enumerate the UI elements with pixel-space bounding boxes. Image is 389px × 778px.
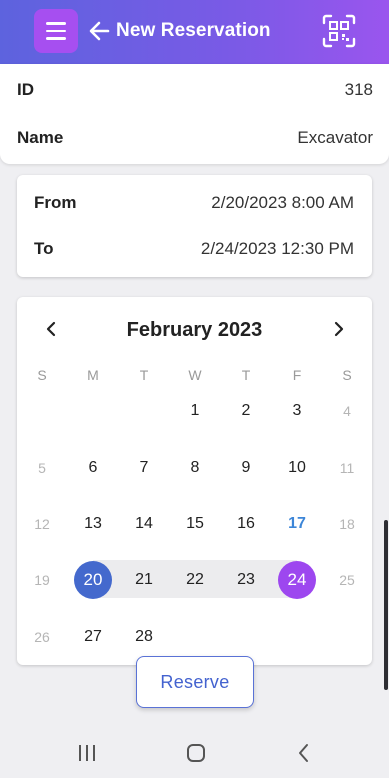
calendar-day[interactable]: 27 bbox=[74, 618, 112, 656]
id-label: ID bbox=[17, 80, 34, 99]
calendar-day[interactable]: 16 bbox=[227, 505, 265, 543]
calendar-day: 25 bbox=[339, 572, 355, 588]
menu-button[interactable] bbox=[34, 9, 78, 53]
calendar-day[interactable]: 23 bbox=[227, 561, 265, 599]
from-label: From bbox=[34, 193, 77, 212]
weekday-label: S bbox=[342, 367, 352, 383]
system-nav-bar bbox=[0, 728, 389, 778]
calendar-day: 19 bbox=[34, 572, 50, 588]
next-month-icon[interactable] bbox=[329, 320, 347, 338]
calendar-month-title: February 2023 bbox=[126, 319, 263, 341]
calendar-day: 26 bbox=[34, 629, 50, 645]
calendar-day[interactable]: 28 bbox=[125, 618, 163, 656]
back-arrow-icon[interactable] bbox=[88, 19, 110, 43]
calendar-day[interactable]: 7 bbox=[125, 449, 163, 487]
id-row: ID 318 bbox=[17, 80, 373, 100]
date-range-card: From 2/20/2023 8:00 AM To 2/24/2023 12:3… bbox=[17, 175, 372, 277]
calendar-day[interactable]: 14 bbox=[125, 505, 163, 543]
weekday-label: W bbox=[188, 367, 202, 383]
name-row: Name Excavator bbox=[17, 128, 373, 148]
calendar-day[interactable]: 10 bbox=[278, 449, 316, 487]
name-value: Excavator bbox=[297, 128, 373, 147]
calendar-day-today[interactable]: 17 bbox=[278, 505, 316, 543]
weekday-label: T bbox=[241, 367, 251, 383]
calendar-day: 4 bbox=[343, 403, 351, 419]
equipment-info: ID 318 Name Excavator bbox=[0, 64, 389, 164]
system-back-icon[interactable] bbox=[296, 742, 312, 764]
calendar-day[interactable]: 13 bbox=[74, 505, 112, 543]
calendar-day[interactable]: 2 bbox=[227, 392, 265, 430]
calendar-day[interactable]: 9 bbox=[227, 449, 265, 487]
calendar: February 2023 S M T W T F S 1 2 3 4 5 6 7 8 9 10 11 12 13 14… bbox=[17, 297, 372, 665]
menu-icon-bar bbox=[46, 29, 66, 33]
calendar-day: 5 bbox=[38, 460, 46, 476]
calendar-day: 18 bbox=[339, 516, 355, 532]
to-label: To bbox=[34, 239, 54, 258]
qr-scan-icon[interactable] bbox=[321, 13, 357, 49]
reserve-button[interactable]: Reserve bbox=[136, 656, 254, 708]
calendar-day[interactable]: 1 bbox=[176, 392, 214, 430]
calendar-day[interactable]: 8 bbox=[176, 449, 214, 487]
calendar-day[interactable]: 22 bbox=[176, 561, 214, 599]
calendar-day-range-start[interactable]: 20 bbox=[74, 561, 112, 599]
calendar-day[interactable]: 3 bbox=[278, 392, 316, 430]
calendar-day: 11 bbox=[339, 460, 355, 476]
from-value[interactable]: 2/20/2023 8:00 AM bbox=[211, 193, 354, 213]
calendar-day[interactable]: 6 bbox=[74, 449, 112, 487]
recent-apps-icon[interactable] bbox=[78, 742, 96, 764]
scrollbar[interactable] bbox=[384, 520, 388, 690]
weekday-label: M bbox=[87, 367, 99, 383]
from-row[interactable]: From 2/20/2023 8:00 AM bbox=[34, 193, 354, 213]
weekday-label: S bbox=[37, 367, 47, 383]
weekday-label: T bbox=[139, 367, 149, 383]
page-title: New Reservation bbox=[116, 20, 271, 41]
app-bar: New Reservation bbox=[0, 0, 389, 64]
menu-icon-bar bbox=[46, 37, 66, 40]
menu-icon-bar bbox=[46, 22, 66, 25]
name-label: Name bbox=[17, 128, 64, 147]
id-value: 318 bbox=[344, 80, 373, 99]
to-value[interactable]: 2/24/2023 12:30 PM bbox=[201, 239, 354, 259]
calendar-day: 12 bbox=[34, 516, 50, 532]
weekday-label: F bbox=[292, 367, 302, 383]
to-row[interactable]: To 2/24/2023 12:30 PM bbox=[34, 239, 354, 259]
calendar-day[interactable]: 21 bbox=[125, 561, 163, 599]
calendar-day-range-end[interactable]: 24 bbox=[278, 561, 316, 599]
calendar-day[interactable]: 15 bbox=[176, 505, 214, 543]
home-icon[interactable] bbox=[185, 742, 207, 764]
